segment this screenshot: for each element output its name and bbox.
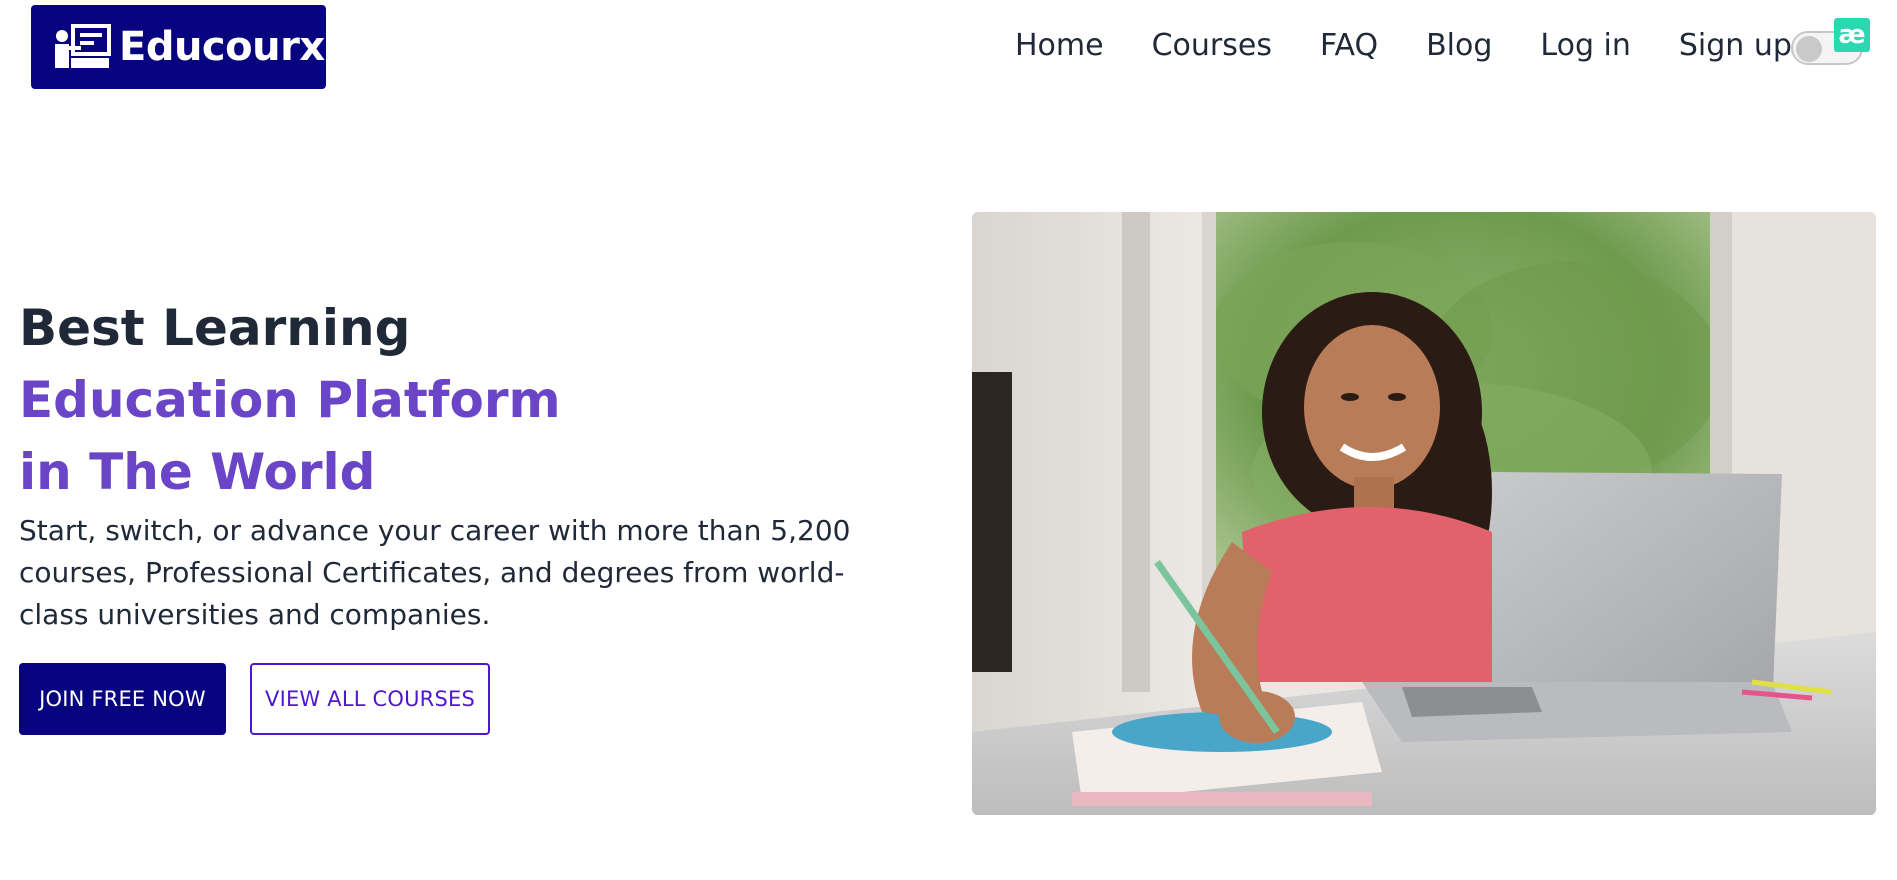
nav-sign-up[interactable]: Sign up — [1679, 28, 1792, 63]
main-nav: Home Courses FAQ Blog Log in Sign up — [1015, 28, 1792, 63]
nav-blog[interactable]: Blog — [1426, 28, 1492, 63]
hero-title: Best Learning Education Platform in The … — [19, 292, 561, 508]
join-free-now-button[interactable]: JOIN FREE NOW — [19, 663, 226, 735]
hero-description: Start, switch, or advance your career wi… — [19, 514, 851, 631]
hero-title-line3: in The World — [19, 443, 376, 501]
page: Educourx Home Courses FAQ Blog Log in Si… — [0, 0, 1897, 880]
toggle-knob — [1796, 36, 1822, 62]
hero-title-line1: Best Learning — [19, 299, 411, 357]
hero-title-line2: Education Platform — [19, 371, 561, 429]
ae-badge-icon[interactable]: æ — [1834, 18, 1870, 52]
view-all-courses-button[interactable]: VIEW ALL COURSES — [250, 663, 490, 735]
nav-faq[interactable]: FAQ — [1320, 28, 1378, 63]
nav-courses[interactable]: Courses — [1152, 28, 1272, 63]
nav-home[interactable]: Home — [1015, 28, 1104, 63]
nav-log-in[interactable]: Log in — [1540, 28, 1630, 63]
teacher-board-icon — [55, 24, 111, 68]
logo[interactable]: Educourx — [31, 5, 326, 89]
logo-text: Educourx — [119, 24, 325, 70]
girl-studying-laptop-photo — [972, 212, 1876, 815]
